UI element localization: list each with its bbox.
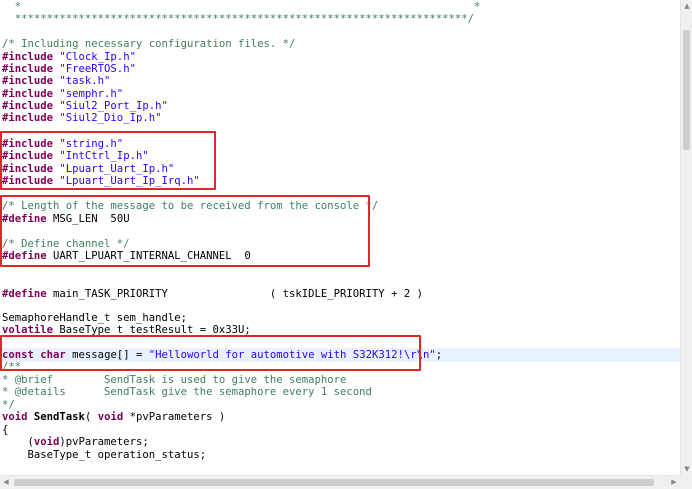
include-file: "task.h"	[53, 75, 111, 87]
code-text: ;	[435, 349, 443, 361]
scroll-left-arrow-icon[interactable]: ◀	[0, 476, 12, 489]
scroll-up-arrow-icon[interactable]: ▲	[681, 0, 692, 12]
include-line: #include "Siul2_Dio_Ip.h"	[2, 111, 161, 126]
code-text: )pvParameters;	[59, 436, 149, 448]
scroll-right-arrow-icon[interactable]: ▶	[668, 476, 680, 489]
function-name: SendTask	[33, 411, 85, 423]
include-file: "Siul2_Dio_Ip.h"	[53, 112, 162, 124]
code-line: ****************************************…	[2, 13, 474, 25]
code-line: BaseType_t operation_status;	[2, 449, 207, 461]
horizontal-scroll-thumb[interactable]	[14, 479, 654, 486]
code-editor[interactable]: * * ************************************…	[0, 0, 680, 475]
keyword: void	[2, 411, 28, 423]
code-line: void SendTask( void *pvParameters )	[2, 410, 225, 425]
scroll-down-arrow-icon[interactable]: ▼	[681, 463, 692, 475]
scrollbar-corner	[680, 475, 692, 489]
code-text: (	[2, 436, 34, 448]
keyword: void	[97, 411, 124, 423]
annotation-box-defines	[0, 195, 370, 267]
define-keyword: #define	[2, 288, 47, 300]
keyword: void	[33, 436, 60, 448]
annotation-box-message	[0, 335, 421, 371]
vertical-scrollbar[interactable]: ▲ ▼	[680, 0, 692, 475]
code-text: *pvParameters )	[123, 411, 226, 423]
code-line: * @details SendTask give the semaphore e…	[2, 386, 372, 398]
define-line: #define main_TASK_PRIORITY ( tskIDLE_PRI…	[2, 287, 423, 302]
include-keyword: #include	[2, 112, 54, 124]
code-text: (	[84, 411, 98, 423]
annotation-box-includes	[0, 131, 216, 190]
include-keyword: #include	[2, 75, 54, 87]
define-body: main_TASK_PRIORITY ( tskIDLE_PRIORITY + …	[46, 288, 423, 300]
horizontal-scrollbar[interactable]: ◀ ▶	[0, 475, 680, 489]
vertical-scroll-thumb[interactable]	[683, 30, 690, 150]
